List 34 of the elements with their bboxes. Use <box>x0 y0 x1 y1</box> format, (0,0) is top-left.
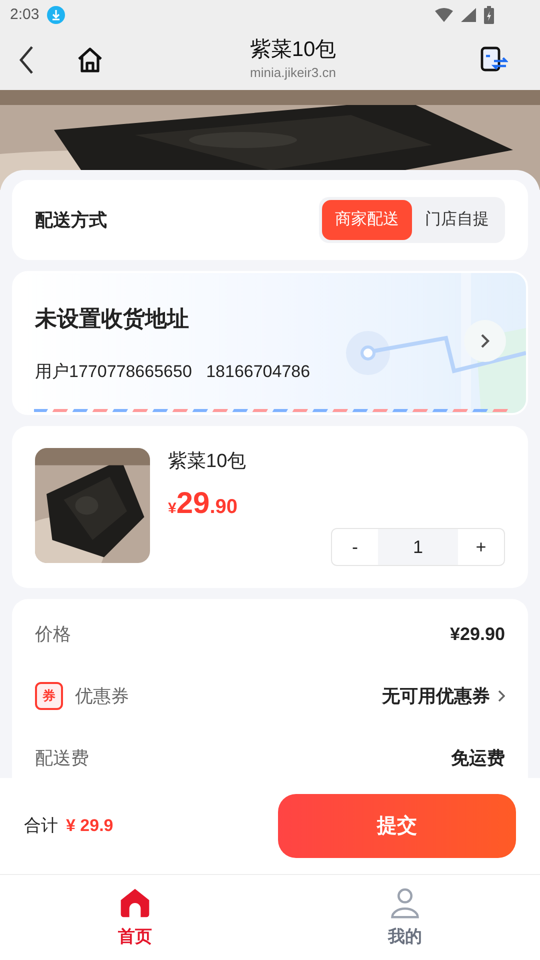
total-price: ¥ 29.9 <box>66 815 114 838</box>
person-icon <box>388 886 422 920</box>
address-card[interactable]: 未设置收货地址 用户1770778665650 18166704786 <box>12 271 528 415</box>
signal-icon <box>461 8 476 22</box>
quantity-value: 1 <box>378 529 458 565</box>
delivery-label: 配送方式 <box>35 208 108 232</box>
fee-label: 价格 <box>35 622 72 646</box>
minus-button[interactable]: - <box>332 529 378 565</box>
coupon-badge: 券 <box>35 682 63 710</box>
home-icon[interactable] <box>76 47 104 73</box>
product-name: 紫菜10包 <box>168 450 248 474</box>
fee-label: 配送费 <box>35 746 90 770</box>
switch-icon[interactable] <box>480 46 508 74</box>
battery-icon <box>484 6 494 24</box>
page-url: minia.jikeir3.cn <box>250 64 336 82</box>
tab[interactable]: 首页 <box>0 875 270 960</box>
address-title: 未设置收货地址 <box>35 304 190 333</box>
address-contact: 用户1770778665650 18166704786 <box>35 360 312 383</box>
status-time: 2:03 <box>10 4 40 25</box>
page-title: 紫菜10包 <box>250 37 336 64</box>
total-label: 合计 <box>24 815 58 838</box>
fee-label: 优惠券 <box>75 684 130 708</box>
fee-value: 免运费 <box>451 746 505 770</box>
back-icon[interactable] <box>18 45 34 75</box>
fee-value[interactable]: 无可用优惠券 <box>382 682 490 710</box>
download-icon <box>47 6 66 24</box>
fee-value: ¥29.90 <box>450 622 505 646</box>
plus-button[interactable]: + <box>458 529 504 565</box>
product-price: ¥29.90 <box>168 486 239 522</box>
wifi-icon <box>435 8 453 22</box>
delivery-option[interactable]: 门店自提 <box>412 200 502 240</box>
tab[interactable]: 我的 <box>270 875 540 960</box>
chevron-icon <box>498 690 505 702</box>
chevron-icon <box>480 333 490 349</box>
